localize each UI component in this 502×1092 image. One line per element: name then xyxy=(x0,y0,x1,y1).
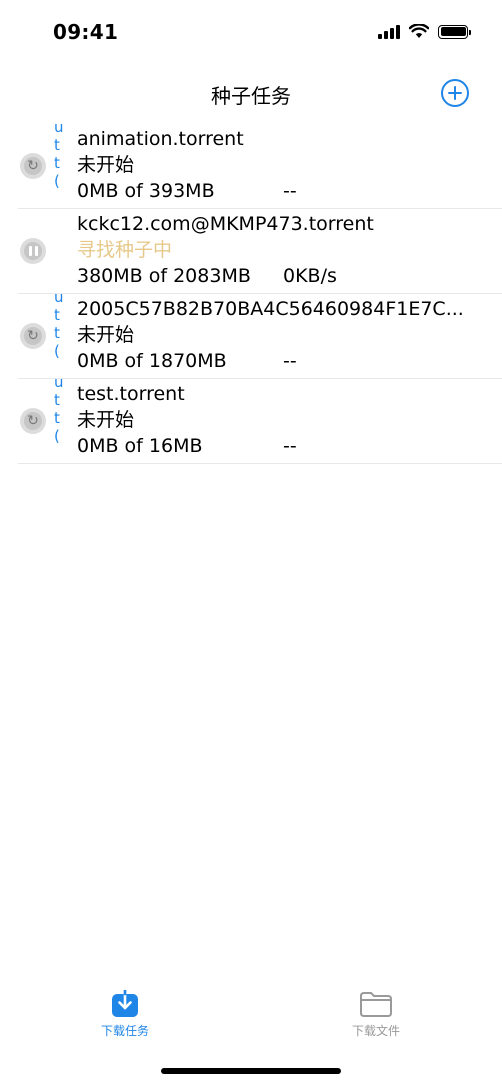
restart-icon: ↻ xyxy=(27,328,39,344)
task-speed: 0KB/s xyxy=(283,265,337,287)
task-row[interactable]: kckc12.com@MKMP473.torrent 寻找种子中 380MB o… xyxy=(18,209,502,294)
edge-glyph: t xyxy=(54,324,60,342)
task-name: kckc12.com@MKMP473.torrent xyxy=(77,213,374,235)
task-row[interactable]: u t t ( ↻ test.torrent 未开始 0MB of 16MB -… xyxy=(18,379,502,464)
edge-glyph: t xyxy=(54,154,60,172)
task-name: animation.torrent xyxy=(77,128,244,150)
edge-glyph: ( xyxy=(54,342,60,360)
download-tray-icon xyxy=(112,990,138,1017)
tab-label: 下载文件 xyxy=(351,1024,400,1038)
tab-download-files[interactable]: 下载文件 xyxy=(316,990,436,1039)
task-meta: 0MB of 1870MB -- xyxy=(77,348,492,374)
task-size: 0MB of 16MB xyxy=(77,435,203,457)
status-time: 09:41 xyxy=(53,20,119,44)
task-status: 寻找种子中 xyxy=(77,239,173,261)
battery-icon xyxy=(438,24,471,39)
edge-glyph: u xyxy=(54,294,64,306)
row-edge-glyphs: u t t ( xyxy=(54,294,64,360)
page-title: 种子任务 xyxy=(211,84,291,108)
task-speed: -- xyxy=(283,350,297,372)
tab-label: 下载任务 xyxy=(100,1024,149,1038)
tab-download-tasks[interactable]: 下载任务 xyxy=(65,990,185,1039)
restart-button[interactable]: ↻ xyxy=(20,408,46,434)
restart-button[interactable]: ↻ xyxy=(20,323,46,349)
task-status: 未开始 xyxy=(77,324,135,346)
home-indicator xyxy=(161,1068,341,1074)
task-row[interactable]: u t t ( ↻ 2005C57B82B70BA4C56460984F1E7C… xyxy=(18,294,502,379)
edge-glyph: t xyxy=(54,409,60,427)
edge-glyph: u xyxy=(54,124,64,136)
task-info: animation.torrent 未开始 0MB of 393MB -- xyxy=(77,126,492,204)
add-torrent-button[interactable] xyxy=(441,79,469,107)
task-info: kckc12.com@MKMP473.torrent 寻找种子中 380MB o… xyxy=(77,211,492,289)
task-size: 0MB of 1870MB xyxy=(77,350,227,372)
edge-glyph: u xyxy=(54,379,64,391)
edge-glyph: ( xyxy=(54,172,60,190)
task-size: 0MB of 393MB xyxy=(77,180,215,202)
edge-glyph: t xyxy=(54,306,60,324)
edge-glyph: t xyxy=(54,136,60,154)
restart-button[interactable]: ↻ xyxy=(20,153,46,179)
edge-glyph: ( xyxy=(54,427,60,445)
status-icons xyxy=(378,24,471,39)
edge-glyph: t xyxy=(54,391,60,409)
tab-bar: 下载任务 下载文件 xyxy=(0,980,502,1060)
task-info: 2005C57B82B70BA4C56460984F1E7C... 未开始 0M… xyxy=(77,296,492,374)
task-name: 2005C57B82B70BA4C56460984F1E7C... xyxy=(77,298,464,320)
folder-icon xyxy=(360,992,392,1017)
task-status: 未开始 xyxy=(77,154,135,176)
task-speed: -- xyxy=(283,435,297,457)
task-speed: -- xyxy=(283,180,297,202)
task-meta: 380MB of 2083MB 0KB/s xyxy=(77,263,492,289)
task-meta: 0MB of 16MB -- xyxy=(77,433,492,459)
wifi-icon xyxy=(409,24,429,38)
task-size: 380MB of 2083MB xyxy=(77,265,251,287)
restart-icon: ↻ xyxy=(27,158,39,174)
task-list: u t t ( ↻ animation.torrent 未开始 0MB of 3… xyxy=(18,124,502,464)
task-row[interactable]: u t t ( ↻ animation.torrent 未开始 0MB of 3… xyxy=(18,124,502,209)
task-name: test.torrent xyxy=(77,383,185,405)
row-edge-glyphs: u t t ( xyxy=(54,124,64,190)
pause-button[interactable] xyxy=(20,238,46,264)
status-bar: 09:41 xyxy=(0,0,502,64)
restart-icon: ↻ xyxy=(27,413,39,429)
task-meta: 0MB of 393MB -- xyxy=(77,178,492,204)
pause-icon xyxy=(29,246,38,256)
task-status: 未开始 xyxy=(77,409,135,431)
navigation-bar: 种子任务 xyxy=(0,64,502,122)
task-info: test.torrent 未开始 0MB of 16MB -- xyxy=(77,381,492,459)
row-edge-glyphs: u t t ( xyxy=(54,379,64,445)
cellular-signal-icon xyxy=(378,24,400,39)
